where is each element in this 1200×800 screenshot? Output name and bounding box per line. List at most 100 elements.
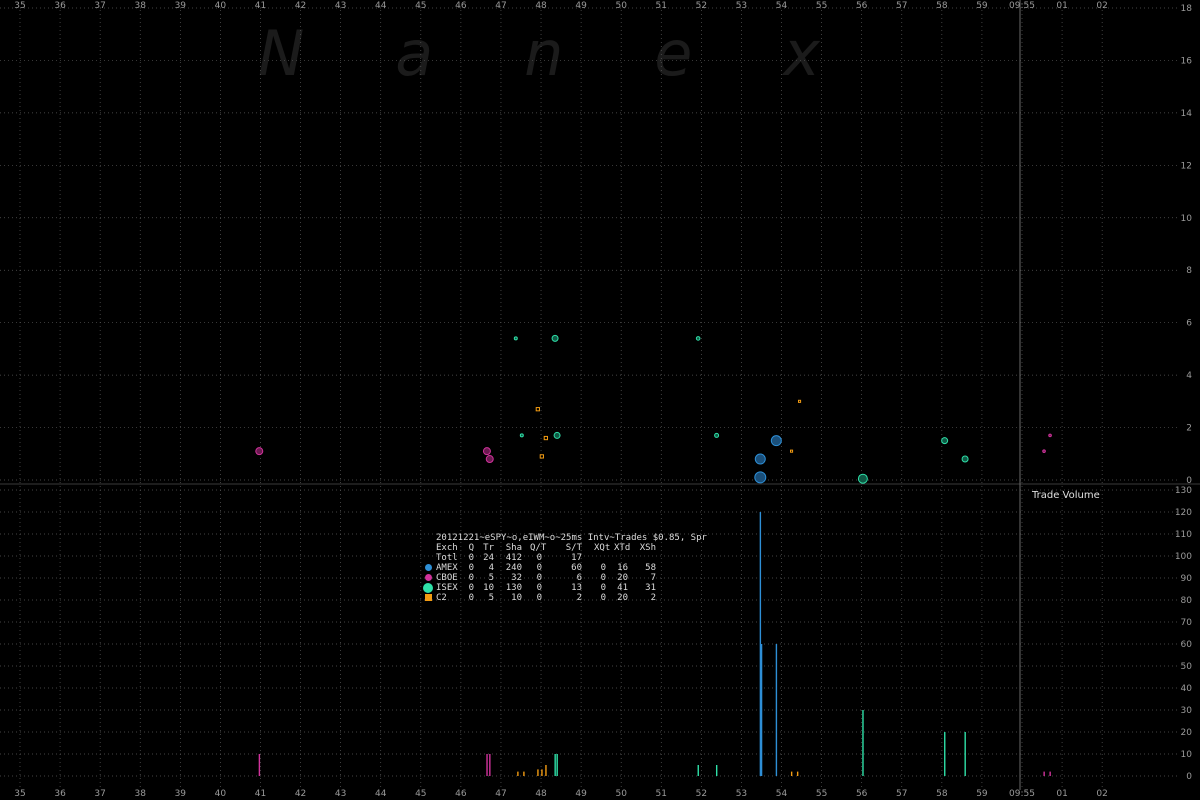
legend-rows: Totl 0 24 412 0 17 AMEX 0 4 240 0 60 0 16 58 CBOE 0 5 32 0 6…	[423, 553, 707, 603]
volume-bar-c2	[790, 771, 793, 776]
top-time-label: 36	[54, 1, 66, 11]
legend-header-cell: Sha	[505, 543, 522, 553]
volume-bar-amex	[759, 512, 762, 776]
volume-bar-c2	[541, 769, 543, 776]
trade-point-isex	[941, 437, 949, 445]
legend-cell: 0	[536, 583, 542, 593]
trade-point-c2	[535, 407, 540, 412]
price-tick-label: 14	[1181, 109, 1193, 119]
volume-bar-c2	[523, 771, 525, 776]
volume-bar-amex	[760, 644, 763, 776]
bottom-time-label: 01	[1056, 789, 1067, 799]
legend-header-cell: XSh	[639, 543, 656, 553]
trade-point-amex	[754, 471, 767, 484]
trade-point-c2	[543, 435, 548, 441]
bottom-time-label: 50	[615, 789, 627, 799]
top-time-label: 58	[936, 1, 948, 11]
price-tick-label: 12	[1181, 161, 1192, 171]
legend-cell: 13	[571, 583, 582, 593]
top-time-label: 01	[1056, 1, 1067, 11]
legend-cell: 0	[600, 593, 606, 603]
legend-cell: 4	[488, 563, 494, 573]
volume-bar-c2	[537, 769, 539, 776]
volume-panel-title: Trade Volume	[1031, 490, 1100, 501]
volume-tick-label: 90	[1181, 574, 1193, 584]
bottom-time-label: 45	[415, 789, 426, 799]
legend-header-cell: XQt	[594, 543, 611, 553]
volume-y-axis: 0 10 20 30 40 50 60 70 80 90 100 110 120 130	[1175, 486, 1192, 782]
volume-bar-isex	[554, 754, 556, 776]
trade-point-amex	[770, 435, 782, 447]
volume-bar-cboe	[1043, 771, 1045, 776]
legend-row: Totl 0 24 412 0 17	[436, 553, 707, 563]
legend-cell: 0	[468, 553, 474, 563]
legend-cell: 7	[650, 573, 656, 583]
legend-cell: 0	[600, 583, 606, 593]
legend-cell: 0	[600, 573, 606, 583]
top-time-label: 35	[14, 1, 25, 11]
top-time-label: 43	[335, 1, 346, 11]
legend-cell: 2	[576, 593, 582, 603]
legend-header-cell: Exch	[436, 543, 458, 553]
legend-header-row: Exch Q Tr Sha Q/T S/T XQt XTd XSh	[436, 543, 707, 553]
volume-bar-isex	[697, 765, 699, 776]
legend-cell: Totl	[436, 553, 458, 563]
legend-cell: 412	[505, 553, 522, 563]
legend-header-cell: Tr	[483, 543, 494, 553]
volume-tick-label: 0	[1186, 772, 1192, 782]
bottom-time-label: 58	[936, 789, 948, 799]
trade-point-isex	[714, 432, 720, 438]
volume-bar-isex	[715, 765, 718, 776]
legend-title: 20121221~eSPY~o,eIWM~o~25ms Intv~Trades …	[436, 533, 707, 543]
legend-cell: 0	[536, 553, 542, 563]
bottom-time-axis: 35 36 37 38 39 40 41 42 43 44 45 46 47 48 49 50 51 52 53 54…	[14, 789, 1108, 799]
legend-cell: 2	[650, 593, 656, 603]
bottom-time-label: 39	[175, 789, 187, 799]
bottom-time-label: 48	[535, 789, 547, 799]
top-time-label: 44	[375, 1, 387, 11]
volume-tick-label: 120	[1175, 508, 1192, 518]
bottom-time-label: 38	[135, 789, 147, 799]
bottom-time-label: 49	[575, 789, 587, 799]
legend-marker-c2-icon	[425, 594, 432, 601]
top-time-label: 37	[94, 1, 105, 11]
top-time-label: 38	[135, 1, 147, 11]
top-time-label: 46	[455, 1, 467, 11]
legend-cell: 24	[483, 553, 494, 563]
bottom-time-label: 57	[896, 789, 907, 799]
legend-row: C2 0 5 10 0 2 0 20 2	[425, 593, 707, 603]
legend-header-cell: S/T	[565, 543, 582, 553]
top-time-label: 53	[736, 1, 747, 11]
legend-cell: AMEX	[436, 563, 458, 573]
top-time-label: 45	[415, 1, 426, 11]
legend-row: CBOE 0 5 32 0 6 0 20 7	[425, 573, 707, 583]
volume-bar-cboe	[486, 754, 488, 776]
legend-header-cell: Q/T	[530, 543, 547, 553]
legend-cell: 0	[600, 563, 606, 573]
bottom-time-label: 42	[295, 789, 306, 799]
legend-marker-isex-icon	[423, 583, 433, 593]
volume-bar-isex	[944, 732, 946, 776]
legend-cell: 0	[468, 583, 474, 593]
trade-point-cboe	[255, 447, 264, 456]
top-time-axis: 35 36 37 38 39 40 41 42 43 44 45 46 47 48 49 50 51 52 53 54…	[14, 1, 1108, 11]
top-time-label: 42	[295, 1, 306, 11]
legend-cell: 0	[536, 573, 542, 583]
legend-cell: 0	[468, 563, 474, 573]
legend-cell: 20	[617, 573, 628, 583]
price-tick-label: 6	[1186, 319, 1192, 329]
price-tick-label: 16	[1181, 56, 1193, 66]
trade-point-isex	[553, 431, 561, 439]
legend-cell: 41	[617, 583, 628, 593]
volume-tick-label: 60	[1181, 640, 1193, 650]
volume-tick-label: 100	[1175, 552, 1192, 562]
price-tick-label: 4	[1186, 371, 1192, 381]
price-tick-label: 8	[1186, 266, 1192, 276]
top-time-label: 40	[215, 1, 227, 11]
legend-header-cell: XTd	[614, 543, 631, 553]
bottom-time-label: 47	[495, 789, 506, 799]
trade-points	[255, 334, 1052, 484]
top-time-label: 50	[615, 1, 627, 11]
volume-bar-isex	[964, 732, 966, 776]
volume-tick-label: 110	[1175, 530, 1192, 540]
